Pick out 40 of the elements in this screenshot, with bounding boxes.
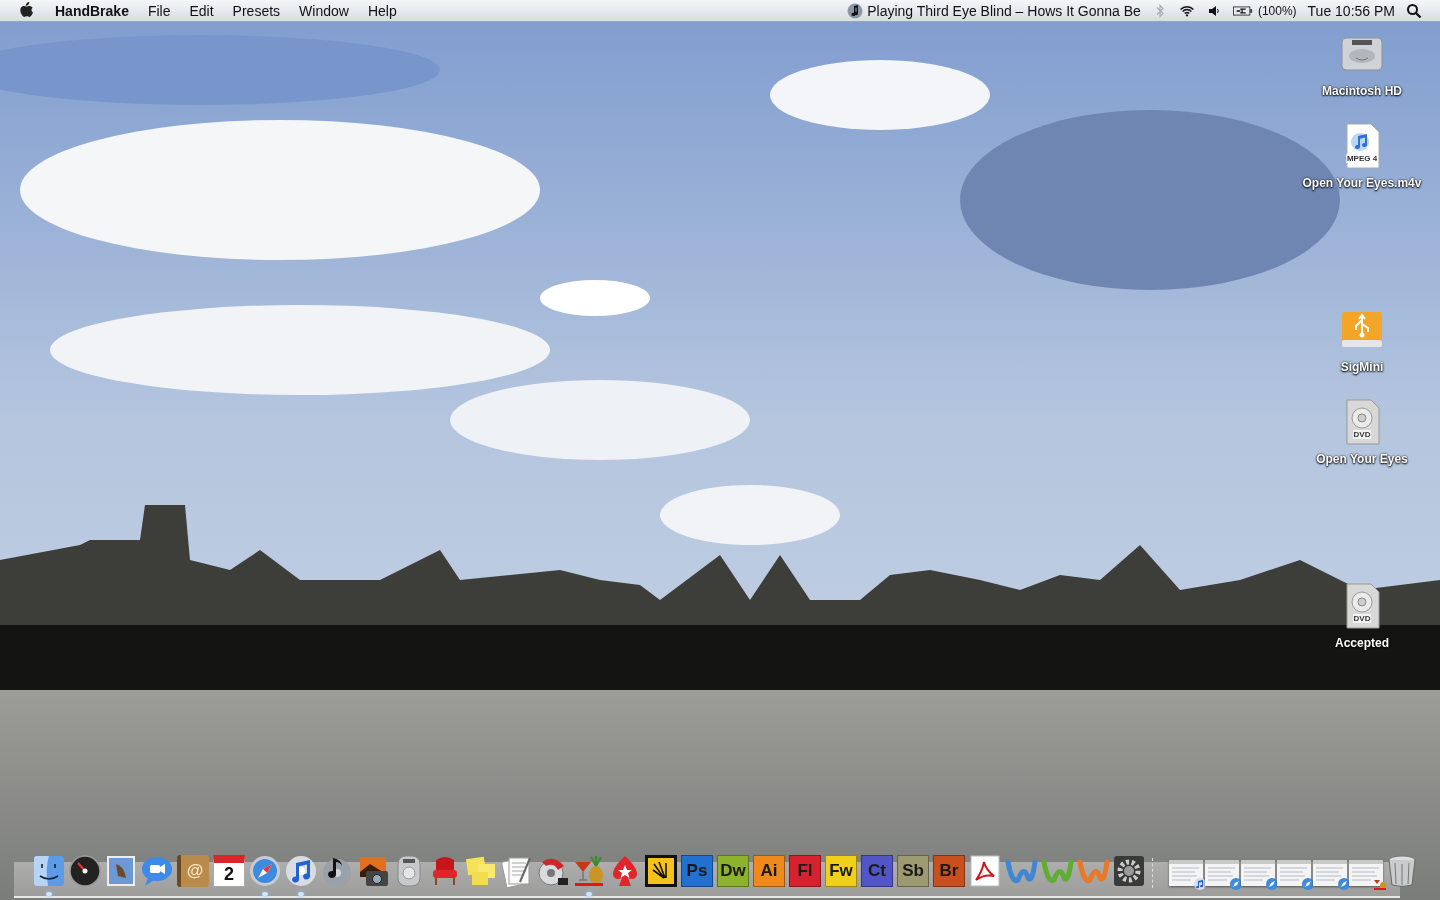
menu-item[interactable]: Edit: [189, 2, 214, 19]
battery-icon[interactable]: [1232, 4, 1253, 17]
file-type-label: MPEG 4: [1345, 154, 1379, 163]
menu-item[interactable]: HandBrake: [55, 2, 129, 19]
pdf-icon[interactable]: [968, 854, 1002, 888]
search-icon[interactable]: [1406, 2, 1422, 19]
battery-percentage[interactable]: (100%): [1257, 3, 1297, 18]
desktop-icon-label[interactable]: Accepted: [1335, 636, 1389, 650]
cocktail-icon: [1374, 878, 1386, 890]
compass-icon: [1302, 878, 1314, 890]
app-tile-icon[interactable]: Ps: [681, 855, 713, 887]
app-tile-icon[interactable]: Dw: [717, 855, 749, 887]
menu-item[interactable]: File: [147, 2, 171, 19]
file-type-label: DVD: [1352, 430, 1372, 439]
fan-lines-icon[interactable]: [644, 854, 678, 888]
apple-logo-icon[interactable]: [19, 2, 34, 19]
app-tile-icon[interactable]: Fw: [825, 855, 857, 887]
sticky-notes-icon[interactable]: [464, 854, 498, 888]
app-tile-icon[interactable]: Sb: [897, 855, 929, 887]
app-tile-icon[interactable]: Ai: [753, 855, 785, 887]
video-bubble-icon[interactable]: [140, 854, 174, 888]
stamp-icon[interactable]: [104, 854, 138, 888]
document-icon[interactable]: [500, 854, 534, 888]
file-type-label: DVD: [1352, 614, 1372, 623]
menu-item[interactable]: Window: [299, 2, 349, 19]
music-note-icon: [1194, 878, 1206, 890]
app-tile-icon[interactable]: Br: [933, 855, 965, 887]
now-playing-text[interactable]: Playing Third Eye Blind – Hows It Gonna Be: [867, 2, 1141, 19]
music-note-icon[interactable]: [847, 2, 864, 19]
compass-icon: [1338, 878, 1350, 890]
gauge-icon[interactable]: [68, 854, 102, 888]
menu-item[interactable]: Help: [367, 2, 397, 19]
compass-icon: [1230, 878, 1242, 890]
trash-icon[interactable]: [1385, 854, 1419, 888]
settings-icon[interactable]: [1112, 854, 1146, 888]
compass-icon: [1266, 878, 1278, 890]
clock[interactable]: Tue 10:56 PM: [1307, 2, 1395, 19]
menu-item[interactable]: Presets: [232, 2, 281, 19]
face-icon[interactable]: [32, 854, 66, 888]
calendar-icon[interactable]: 2: [213, 855, 245, 887]
